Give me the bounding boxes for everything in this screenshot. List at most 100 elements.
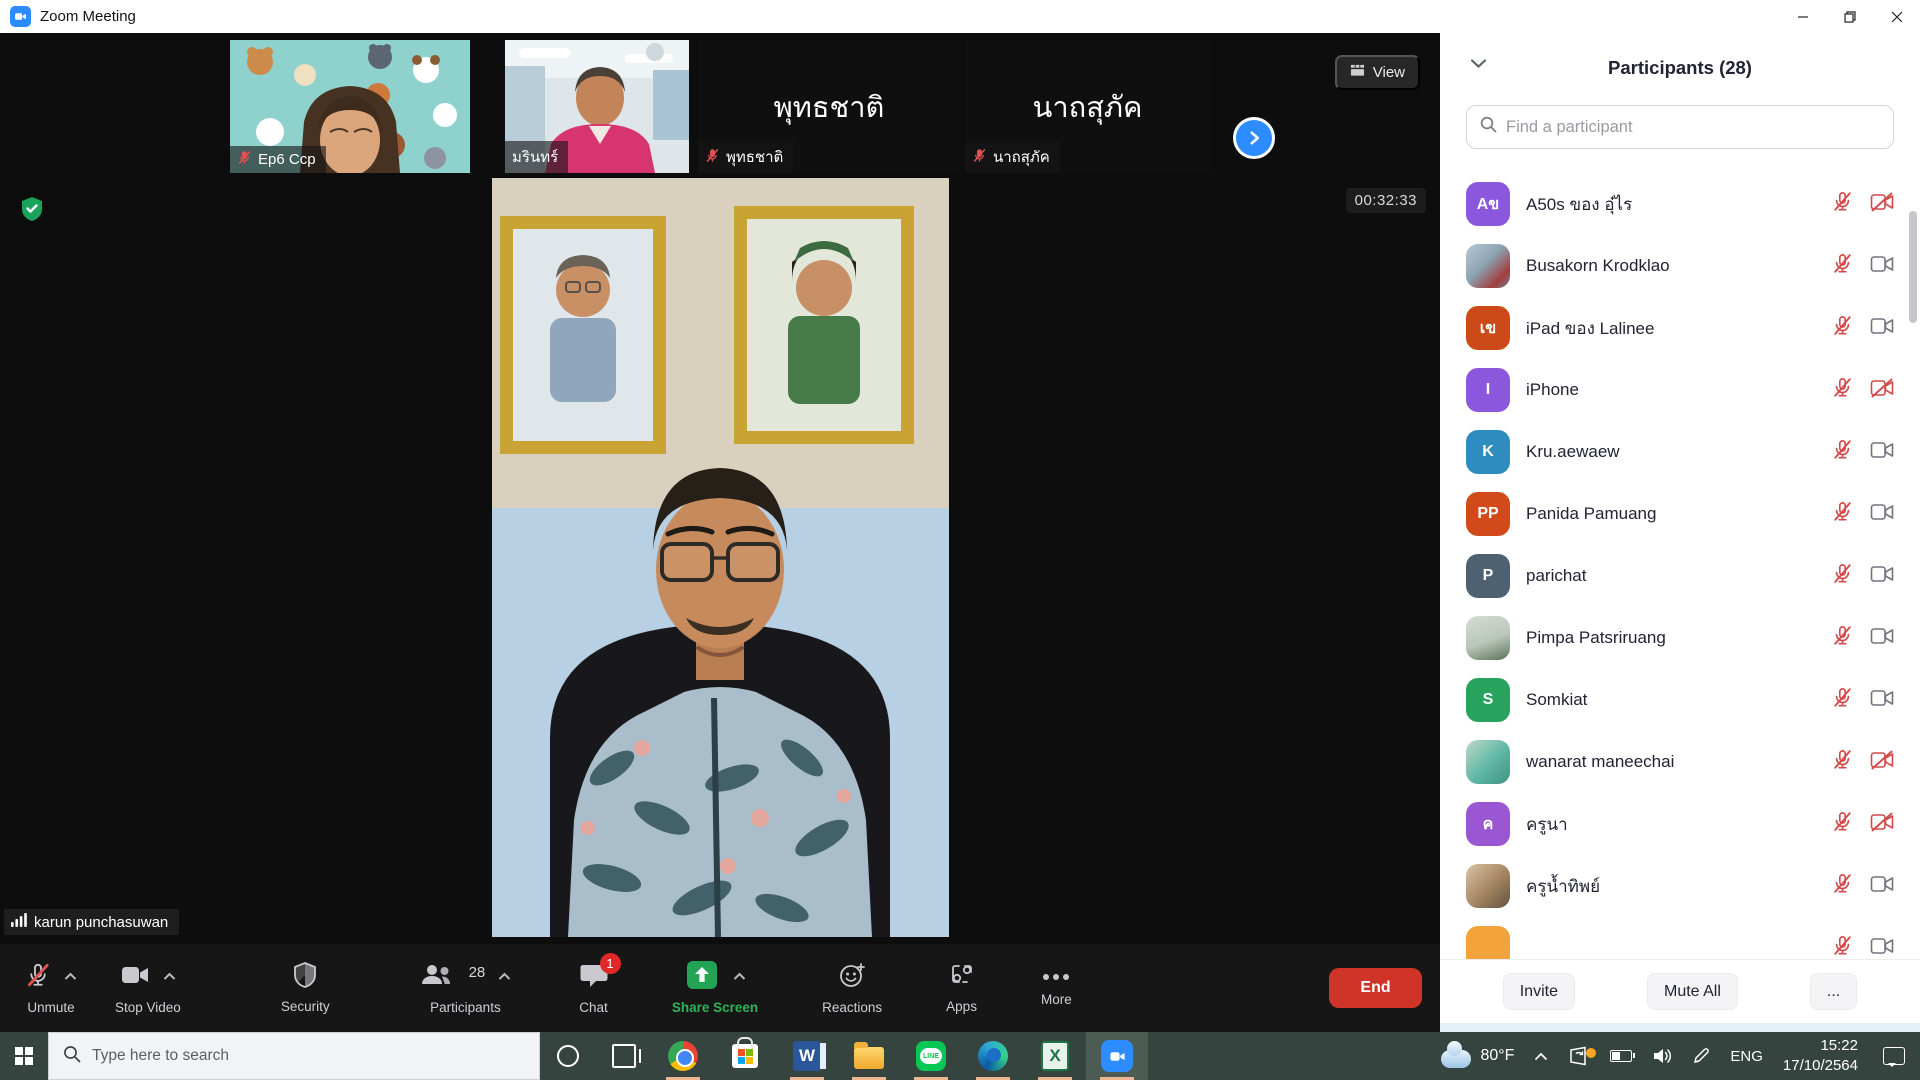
- participants-icon: [420, 963, 454, 990]
- chevron-up-icon[interactable]: [498, 969, 511, 984]
- mic-muted-icon: [25, 962, 51, 991]
- participant-name: iPhone: [1526, 380, 1815, 400]
- participant-row[interactable]: S Somkiat: [1466, 669, 1894, 731]
- stop-video-button[interactable]: Stop Video: [96, 944, 200, 1032]
- taskbar-edge-button[interactable]: [962, 1032, 1024, 1080]
- taskbar-chrome-button[interactable]: [652, 1032, 714, 1080]
- security-button[interactable]: Security: [262, 944, 349, 1032]
- avatar: S: [1466, 678, 1510, 722]
- camera-off-icon: [1870, 378, 1894, 403]
- mic-muted-icon: [1831, 872, 1854, 900]
- weather-button[interactable]: 80°F: [1431, 1044, 1524, 1068]
- participants-button[interactable]: 28 Participants: [401, 944, 531, 1032]
- participants-scrollbar[interactable]: [1909, 183, 1917, 873]
- cortana-button[interactable]: [540, 1032, 596, 1080]
- language-indicator[interactable]: ENG: [1720, 1048, 1773, 1065]
- more-button[interactable]: More: [1022, 944, 1091, 1032]
- participant-row[interactable]: ค ครูนา: [1466, 793, 1894, 855]
- view-button[interactable]: View: [1335, 55, 1420, 90]
- participant-row[interactable]: ครูน้ำทิพย์: [1466, 855, 1894, 917]
- mic-muted-icon: [1831, 314, 1854, 342]
- participant-row[interactable]: Busakorn Krodklao: [1466, 235, 1894, 297]
- invite-button[interactable]: Invite: [1503, 973, 1575, 1010]
- portrait-right: [734, 206, 914, 444]
- video-stage: Ep6 Ccp: [0, 33, 1440, 1032]
- participant-row[interactable]: K Kru.aewaew: [1466, 421, 1894, 483]
- video-thumbnail[interactable]: มรินทร์: [505, 40, 689, 173]
- task-view-icon: [612, 1044, 636, 1068]
- taskbar-search-box: [48, 1032, 540, 1080]
- weather-temp: 80°F: [1480, 1047, 1514, 1065]
- video-thumbnail[interactable]: Ep6 Ccp: [230, 40, 470, 173]
- chat-button[interactable]: 1 Chat: [560, 944, 627, 1032]
- end-meeting-button[interactable]: End: [1329, 968, 1422, 1008]
- tablet-sync-button[interactable]: [1558, 1046, 1600, 1066]
- unmute-button[interactable]: Unmute: [6, 944, 96, 1032]
- taskbar-search-input[interactable]: [92, 1047, 525, 1065]
- avatar: [1466, 864, 1510, 908]
- participant-row[interactable]: wanarat maneechai: [1466, 731, 1894, 793]
- chevron-up-icon[interactable]: [163, 969, 176, 984]
- video-thumbnail[interactable]: นาถสุภัค นาถสุภัค: [965, 40, 1210, 173]
- chevron-up-icon[interactable]: [64, 969, 77, 984]
- mic-muted-icon: [1831, 500, 1854, 528]
- search-icon: [1480, 116, 1497, 138]
- task-view-button[interactable]: [596, 1032, 652, 1080]
- participant-row[interactable]: [1466, 917, 1894, 959]
- zoom-icon: [1101, 1040, 1133, 1072]
- chevron-up-icon[interactable]: [733, 969, 746, 984]
- participant-name: wanarat maneechai: [1526, 752, 1815, 772]
- avatar: เข: [1466, 306, 1510, 350]
- participant-name: Pimpa Patsriruang: [1526, 628, 1815, 648]
- reactions-button[interactable]: Reactions: [803, 944, 901, 1032]
- video-thumbnail[interactable]: พุทธชาติ พุทธชาติ: [698, 40, 960, 173]
- action-center-button[interactable]: [1868, 1047, 1920, 1065]
- apps-button[interactable]: Apps: [927, 944, 996, 1032]
- minimize-button[interactable]: [1779, 0, 1826, 33]
- participant-row[interactable]: I iPhone: [1466, 359, 1894, 421]
- mic-muted-icon: [1831, 190, 1854, 218]
- line-icon: LINE: [916, 1041, 946, 1071]
- participant-row[interactable]: เข iPad ของ Lalinee: [1466, 297, 1894, 359]
- thumbnail-name-label: มรินทร์: [505, 141, 568, 173]
- search-icon: [63, 1045, 81, 1068]
- taskbar-line-button[interactable]: LINE: [900, 1032, 962, 1080]
- participant-row[interactable]: P parichat: [1466, 545, 1894, 607]
- participant-search-input[interactable]: [1506, 118, 1880, 137]
- clock-date: 17/10/2564: [1783, 1056, 1858, 1076]
- battery-button[interactable]: [1600, 1050, 1642, 1062]
- participant-row[interactable]: PP Panida Pamuang: [1466, 483, 1894, 545]
- taskbar-clock[interactable]: 15:22 17/10/2564: [1773, 1036, 1868, 1077]
- taskbar-explorer-button[interactable]: [838, 1032, 900, 1080]
- active-speaker-video[interactable]: [492, 178, 949, 937]
- file-explorer-icon: [854, 1047, 884, 1069]
- avatar: Aข: [1466, 182, 1510, 226]
- restore-button[interactable]: [1826, 0, 1873, 33]
- start-button[interactable]: [0, 1032, 48, 1080]
- mute-all-button[interactable]: Mute All: [1647, 973, 1738, 1010]
- taskbar-excel-button[interactable]: X: [1024, 1032, 1086, 1080]
- notification-icon: [1883, 1047, 1905, 1065]
- pen-button[interactable]: [1682, 1047, 1720, 1065]
- taskbar-store-button[interactable]: [714, 1032, 776, 1080]
- camera-off-icon: [1870, 750, 1894, 775]
- taskbar-word-button[interactable]: W: [776, 1032, 838, 1080]
- tray-chevron-up-button[interactable]: [1524, 1052, 1558, 1061]
- thumbnail-name-label: Ep6 Ccp: [230, 146, 326, 173]
- avatar: PP: [1466, 492, 1510, 536]
- clock-time: 15:22: [1820, 1036, 1858, 1056]
- participant-name: Kru.aewaew: [1526, 442, 1815, 462]
- muted-mic-icon: [237, 150, 252, 169]
- volume-button[interactable]: [1642, 1047, 1682, 1065]
- share-screen-button[interactable]: Share Screen: [653, 944, 777, 1032]
- participant-row[interactable]: Pimpa Patsriruang: [1466, 607, 1894, 669]
- taskbar-zoom-button[interactable]: [1086, 1032, 1148, 1080]
- camera-off-icon: [1870, 812, 1894, 837]
- panel-more-button[interactable]: ...: [1810, 973, 1857, 1010]
- next-page-arrow-button[interactable]: [1233, 117, 1275, 159]
- collapse-panel-button[interactable]: [1470, 57, 1487, 72]
- participant-row[interactable]: Aข A50s ของ อุ๋ไร: [1466, 173, 1894, 235]
- participants-header: Participants (28): [1440, 33, 1920, 103]
- close-button[interactable]: [1873, 0, 1920, 33]
- scrollbar-thumb[interactable]: [1909, 211, 1917, 323]
